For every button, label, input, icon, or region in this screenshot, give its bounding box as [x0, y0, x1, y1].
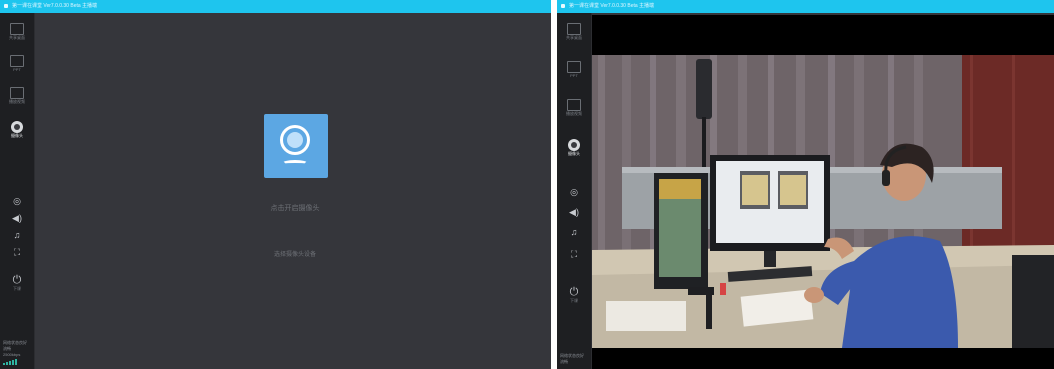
- webcam-stand: [282, 160, 308, 167]
- sidebar-item-label: PPT: [13, 67, 21, 72]
- sidebar-item-share-desktop[interactable]: 共享桌面: [557, 23, 591, 41]
- webcam-icon: [568, 139, 580, 151]
- screen-share-icon: [10, 23, 24, 35]
- app-window-right: 第一课在课堂 Ver7.0.0.30 Beta 主播端 共享桌面 PPT 播放视…: [557, 0, 1054, 369]
- volume-icon: ◀): [569, 207, 579, 217]
- sidebar-item-webcam[interactable]: 摄像头: [557, 139, 591, 157]
- screen-share-icon: [567, 23, 581, 35]
- video-play-icon: [567, 99, 581, 111]
- app-window-left: 第一课在课堂 Ver7.0.0.30 Beta 主播端 共享桌面 PPT 播放视…: [0, 0, 551, 369]
- settings-icon: ◎: [13, 196, 21, 206]
- music-icon: ♫: [570, 227, 578, 237]
- sidebar-item-label: PPT: [570, 73, 578, 78]
- network-status: 网络状态良好 流畅 2500kbps: [3, 340, 31, 365]
- start-webcam-button[interactable]: [264, 114, 328, 178]
- sidebar-item-label: 共享桌面: [566, 35, 582, 40]
- sidebar-item-ppt[interactable]: PPT: [0, 55, 34, 73]
- sidebar-item-label: 播放视频: [9, 99, 25, 104]
- network-status: 网络状态良好 流畅: [560, 353, 588, 365]
- sidebar-item-play-video[interactable]: 播放视频: [0, 87, 34, 105]
- network-quality: 流畅: [560, 359, 568, 364]
- webcam-status-text: 点击开启摄像头: [270, 205, 320, 212]
- end-class-button[interactable]: ⏻ 下课: [557, 287, 591, 304]
- end-class-label: 下课: [13, 286, 21, 291]
- settings-button[interactable]: ◎: [557, 187, 591, 198]
- sidebar-item-play-video[interactable]: 播放视频: [557, 99, 591, 117]
- sidebar-item-webcam[interactable]: 摄像头: [0, 121, 34, 139]
- ppt-icon: [567, 61, 581, 73]
- title-bar[interactable]: 第一课在课堂 Ver7.0.0.30 Beta 主播端: [0, 0, 551, 13]
- select-webcam-link[interactable]: 选择摄像头设备: [180, 249, 410, 258]
- webcam-lens: [287, 132, 303, 148]
- end-class-button[interactable]: ⏻ 下课: [0, 275, 34, 292]
- music-icon: ♫: [13, 230, 21, 240]
- sidebar-item-ppt[interactable]: PPT: [557, 61, 591, 79]
- sidebar: 共享桌面 PPT 播放视频 摄像头 ◎ ◀) ♫ ⛶ ⏻ 下课 网络状态良好 流…: [557, 13, 592, 369]
- volume-icon: ◀): [12, 213, 22, 223]
- window-title: 第一课在课堂 Ver7.0.0.30 Beta 主播端: [569, 3, 655, 9]
- sidebar-item-share-desktop[interactable]: 共享桌面: [0, 23, 34, 41]
- fullscreen-button[interactable]: ⛶: [557, 249, 591, 260]
- sidebar-item-label: 摄像头: [11, 133, 23, 138]
- title-bar[interactable]: 第一课在课堂 Ver7.0.0.30 Beta 主播端: [557, 0, 1054, 13]
- fullscreen-icon: ⛶: [13, 247, 21, 257]
- sidebar: 共享桌面 PPT 播放视频 摄像头 ◎ ◀) ♫ ⛶ ⏻ 下课 网络状态良好 流…: [0, 13, 35, 369]
- webcam-icon: [11, 121, 23, 133]
- webcam-video-frame: [592, 55, 1054, 348]
- settings-icon: ◎: [570, 187, 578, 197]
- end-class-label: 下课: [570, 298, 578, 303]
- app-logo-icon: [4, 3, 8, 8]
- settings-button[interactable]: ◎: [0, 196, 34, 207]
- app-logo-icon: [561, 3, 565, 8]
- fullscreen-icon: ⛶: [570, 249, 578, 259]
- sidebar-item-label: 共享桌面: [9, 35, 25, 40]
- music-button[interactable]: ♫: [0, 230, 34, 241]
- ppt-icon: [10, 55, 24, 67]
- power-icon: ⏻: [12, 274, 22, 286]
- sidebar-item-label: 摄像头: [568, 151, 580, 156]
- volume-button[interactable]: ◀): [0, 213, 34, 224]
- signal-bars-icon: [3, 359, 17, 365]
- webcam-video-view[interactable]: [592, 15, 1054, 369]
- video-play-icon: [10, 87, 24, 99]
- volume-button[interactable]: ◀): [557, 207, 591, 218]
- fullscreen-button[interactable]: ⛶: [0, 247, 34, 258]
- music-button[interactable]: ♫: [557, 227, 591, 238]
- sidebar-item-label: 播放视频: [566, 111, 582, 116]
- bitrate: 2500kbps: [3, 352, 21, 357]
- power-icon: ⏻: [569, 286, 579, 298]
- window-title: 第一课在课堂 Ver7.0.0.30 Beta 主播端: [12, 3, 98, 9]
